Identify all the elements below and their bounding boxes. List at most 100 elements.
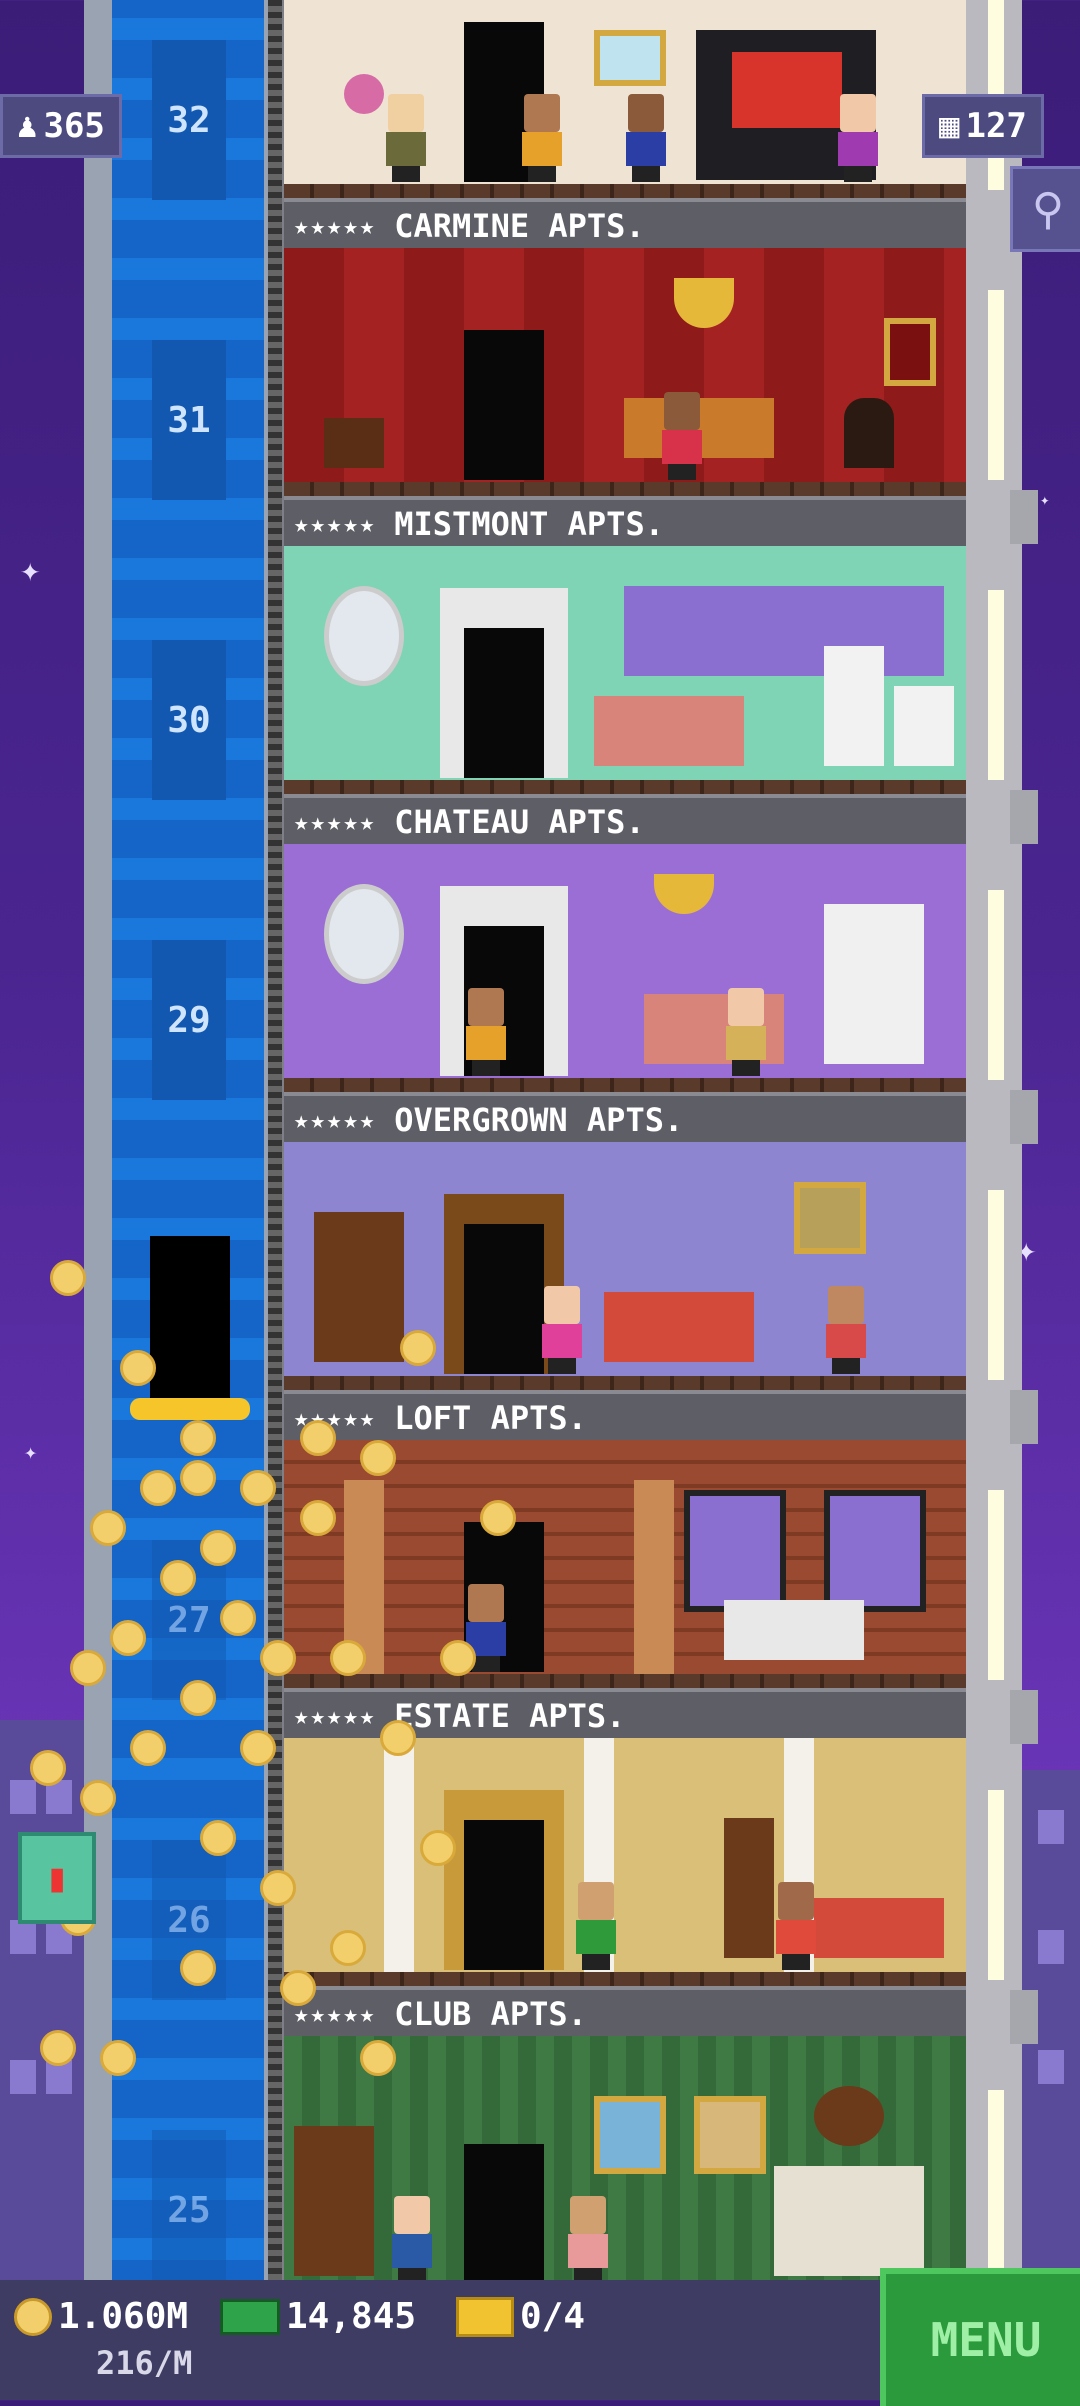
floor-loft[interactable]: ★★★★★ LOFT APTS. (284, 1142, 966, 1440)
tickets-stat[interactable]: 0/4 (456, 2296, 585, 2337)
coin[interactable] (300, 1500, 336, 1536)
floor-label[interactable]: ★★★★★ MISTMONT APTS. (284, 496, 966, 546)
coin[interactable] (300, 1420, 336, 1456)
bookshelf (294, 2126, 374, 2276)
rating-stars: ★★★★★ (294, 1702, 377, 1730)
painting (884, 318, 936, 386)
resident[interactable] (824, 1286, 868, 1374)
coin[interactable] (240, 1470, 276, 1506)
resident[interactable] (464, 988, 508, 1076)
fries-icon[interactable]: ▮ (18, 1832, 96, 1924)
coin[interactable] (360, 2040, 396, 2076)
coin[interactable] (160, 1560, 196, 1596)
coin[interactable] (400, 1330, 436, 1366)
magnifier-icon: ⚲ (1031, 183, 1065, 235)
coin[interactable] (180, 1680, 216, 1716)
coin[interactable] (200, 1820, 236, 1856)
coin[interactable] (30, 1750, 66, 1786)
coin[interactable] (330, 1640, 366, 1676)
rating-stars: ★★★★★ (294, 212, 377, 240)
floor-chateau[interactable]: ★★★★★ CHATEAU APTS. (284, 546, 966, 844)
room (284, 1440, 966, 1688)
coin[interactable] (90, 1510, 126, 1546)
coin[interactable] (220, 1600, 256, 1636)
coin[interactable] (180, 1950, 216, 1986)
coin[interactable] (180, 1460, 216, 1496)
resident[interactable] (836, 94, 880, 182)
coin[interactable] (130, 1730, 166, 1766)
floor-label[interactable]: ★★★★★ LOFT APTS. (284, 1390, 966, 1440)
floor-overgrown[interactable]: ★★★★★ OVERGROWN APTS. (284, 844, 966, 1142)
floor-estate[interactable]: ★★★★★ ESTATE APTS. (284, 1440, 966, 1738)
floor-name: MISTMONT APTS. (394, 505, 664, 543)
zoom-button[interactable]: ⚲ (1010, 166, 1080, 252)
tower-cap (1010, 490, 1038, 544)
floor-label[interactable]: ★★★★★ OVERGROWN APTS. (284, 1092, 966, 1142)
plant (344, 74, 384, 114)
population-count: 365 (43, 106, 105, 146)
resident[interactable] (520, 94, 564, 182)
menu-button[interactable]: MENU (880, 2268, 1080, 2406)
resident[interactable] (574, 1882, 618, 1970)
floor-number: 25 (152, 2130, 226, 2290)
pillar (634, 1480, 674, 1680)
coin[interactable] (380, 1720, 416, 1756)
resident[interactable] (384, 94, 428, 182)
coin[interactable] (140, 1470, 176, 1506)
resident[interactable] (660, 392, 704, 480)
elevator-car[interactable] (150, 1236, 230, 1406)
resident[interactable] (540, 1286, 584, 1374)
population-badge[interactable]: ♟ 365 (0, 94, 122, 158)
coin[interactable] (360, 1440, 396, 1476)
floor-label[interactable]: ★★★★★ CLUB APTS. (284, 1986, 966, 2036)
sparkle-icon: ✦ (24, 1440, 38, 1465)
building-icon: ▦ (939, 106, 960, 146)
floor-top[interactable]: ★★★★★ CARMINE APTS. (284, 0, 966, 248)
resident[interactable] (624, 94, 668, 182)
painting (594, 30, 666, 86)
coin[interactable] (70, 1650, 106, 1686)
floors-badge[interactable]: ▦ 127 (922, 94, 1044, 158)
resident[interactable] (390, 2196, 434, 2280)
coin[interactable] (100, 2040, 136, 2076)
room (284, 1142, 966, 1390)
tower-light (988, 1190, 1004, 1380)
room (284, 546, 966, 794)
resident[interactable] (724, 988, 768, 1076)
resident[interactable] (566, 2196, 610, 2280)
coin[interactable] (260, 1640, 296, 1676)
tower-cap (1010, 1990, 1038, 2044)
coin[interactable] (120, 1350, 156, 1386)
floor-label[interactable]: ★★★★★ CARMINE APTS. (284, 198, 966, 248)
tower-light (988, 290, 1004, 480)
coin[interactable] (240, 1730, 276, 1766)
coin[interactable] (50, 1260, 86, 1296)
floor-mistmont[interactable]: ★★★★★ MISTMONT APTS. (284, 248, 966, 546)
floor-trim (284, 1376, 966, 1390)
coin[interactable] (40, 2030, 76, 2066)
coin-icon (14, 2297, 52, 2336)
floor-trim (284, 780, 966, 794)
coin[interactable] (330, 1930, 366, 1966)
coin[interactable] (420, 1830, 456, 1866)
bux-stat[interactable]: 14,845 (220, 2296, 416, 2337)
floor-club[interactable]: ★★★★★ CLUB APTS. (284, 1738, 966, 2036)
tower-light (988, 1490, 1004, 1680)
coin[interactable] (200, 1530, 236, 1566)
sofa (604, 1292, 754, 1362)
coins-stat[interactable]: 1.060M (14, 2296, 188, 2337)
coin[interactable] (80, 1780, 116, 1816)
coin[interactable] (110, 1620, 146, 1656)
resident[interactable] (774, 1882, 818, 1970)
coin[interactable] (480, 1500, 516, 1536)
floor-trim (284, 482, 966, 496)
coins-rate-value: 216/M (96, 2344, 193, 2382)
coin[interactable] (180, 1420, 216, 1456)
coin[interactable] (440, 1640, 476, 1676)
bookshelf (314, 1212, 404, 1362)
room (284, 0, 966, 198)
coin[interactable] (260, 1870, 296, 1906)
floor-name: LOFT APTS. (394, 1399, 587, 1437)
coin[interactable] (280, 1970, 316, 2006)
floor-label[interactable]: ★★★★★ CHATEAU APTS. (284, 794, 966, 844)
